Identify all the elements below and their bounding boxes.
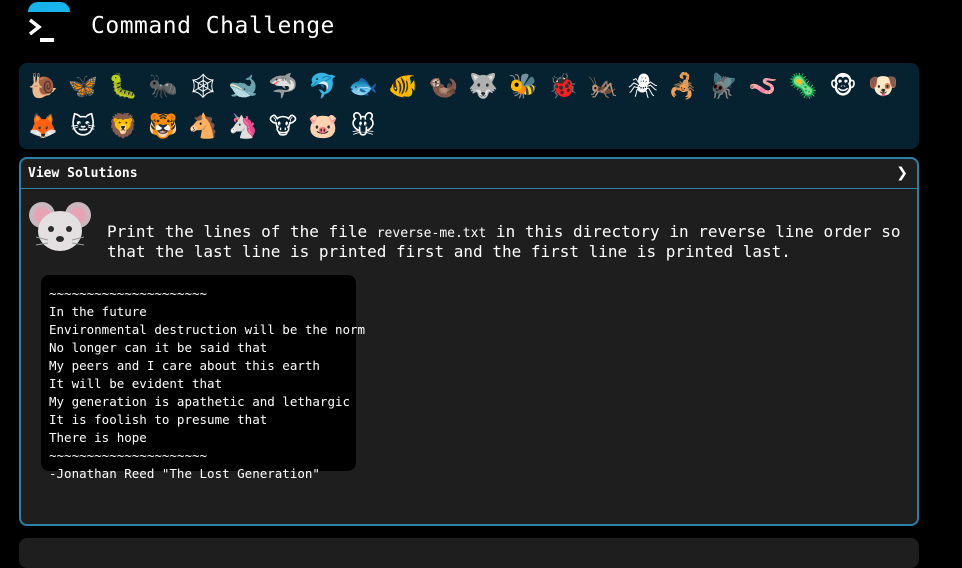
file-line: It is foolish to presume that: [49, 412, 268, 427]
cat-icon[interactable]: 🐱: [63, 107, 103, 145]
file-line: Environmental destruction will be the no…: [49, 322, 366, 337]
file-line: No longer can it be said that: [49, 340, 268, 355]
snail-icon[interactable]: 🐌: [23, 67, 63, 105]
file-line: My generation is apathetic and lethargic: [49, 394, 351, 409]
wolf-icon[interactable]: 🐺: [463, 67, 503, 105]
dolphin-icon[interactable]: 🐬: [303, 67, 343, 105]
butterfly-icon[interactable]: 🦋: [63, 67, 103, 105]
tiger-icon[interactable]: 🐯: [143, 107, 183, 145]
file-line: ~~~~~~~~~~~~~~~~~~~~~: [49, 286, 208, 301]
spider-web-icon[interactable]: 🕸: [183, 67, 223, 105]
fox-icon[interactable]: 🦊: [23, 107, 63, 145]
fish-icon[interactable]: 🐟: [343, 67, 383, 105]
header: Command Challenge: [0, 0, 962, 60]
horse-icon[interactable]: 🐴: [183, 107, 223, 145]
scorpion-icon[interactable]: 🦂: [663, 67, 703, 105]
ant-icon[interactable]: 🐜: [143, 67, 183, 105]
mouse-face-icon: [29, 202, 91, 251]
challenge-panel: View Solutions ❯ Print the lines of the …: [19, 157, 919, 526]
file-line: My peers and I care about this earth: [49, 358, 320, 373]
cricket-icon[interactable]: 🦗: [583, 67, 623, 105]
caterpillar-icon[interactable]: 🐛: [103, 67, 143, 105]
file-line: There is hope: [49, 430, 147, 445]
file-contents-block: ~~~~~~~~~~~~~~~~~~~~~ In the future Enviro…: [41, 275, 366, 481]
view-solutions-toggle[interactable]: View Solutions ❯: [21, 159, 917, 189]
mouse-icon[interactable]: 🐭: [343, 107, 383, 145]
bee-icon[interactable]: 🐝: [503, 67, 543, 105]
file-line: It will be evident that: [49, 376, 223, 391]
dog-icon[interactable]: 🐶: [863, 67, 903, 105]
animal-selector: 🐌 🦋 🐛 🐜 🕸 🐋 🦈 🐬 🐟 🐠 🦦 🐺 🐝 🐞 🦗 🕷 🦂 🪰 🪱 🦠 🐵 🐶 🦊 🐱 🦁 🐯 🐴 🦄 🐮 🐷 🐭: [19, 63, 919, 149]
monkey-icon[interactable]: 🐵: [823, 67, 863, 105]
task-description: Print the lines of the file reverse-me.t…: [107, 223, 907, 261]
next-panel: [19, 538, 919, 568]
file-line: ~~~~~~~~~~~~~~~~~~~~~: [49, 448, 208, 463]
cow-icon[interactable]: 🐮: [263, 107, 303, 145]
lion-icon[interactable]: 🦁: [103, 107, 143, 145]
page-title: Command Challenge: [91, 13, 335, 39]
file-line: In the future: [49, 304, 147, 319]
pig-icon[interactable]: 🐷: [303, 107, 343, 145]
shark-icon[interactable]: 🦈: [263, 67, 303, 105]
terminal-icon: [28, 18, 54, 42]
header-accent-cap: [28, 2, 70, 12]
file-line: -Jonathan Reed "The Lost Generation": [49, 466, 320, 481]
spider-icon[interactable]: 🕷: [623, 67, 663, 105]
microbe-icon[interactable]: 🦠: [783, 67, 823, 105]
unicorn-icon[interactable]: 🦄: [223, 107, 263, 145]
animal-row-2: 🦊 🐱 🦁 🐯 🐴 🦄 🐮 🐷 🐭: [23, 107, 383, 145]
view-solutions-label: View Solutions: [28, 166, 138, 181]
tropical-fish-icon[interactable]: 🐠: [383, 67, 423, 105]
task-filename: reverse-me.txt: [376, 226, 487, 241]
task-text-start: Print the lines of the file: [107, 222, 377, 241]
otter-icon[interactable]: 🦦: [423, 67, 463, 105]
ladybug-icon[interactable]: 🐞: [543, 67, 583, 105]
fly-icon[interactable]: 🪰: [703, 67, 743, 105]
whale-icon[interactable]: 🐋: [223, 67, 263, 105]
chevron-right-icon: ❯: [896, 165, 908, 181]
animal-row-1: 🐌 🦋 🐛 🐜 🕸 🐋 🦈 🐬 🐟 🐠 🦦 🐺 🐝 🐞 🦗 🕷 🦂 🪰 🪱 🦠 🐵 🐶: [23, 67, 903, 105]
worm-icon[interactable]: 🪱: [743, 67, 783, 105]
